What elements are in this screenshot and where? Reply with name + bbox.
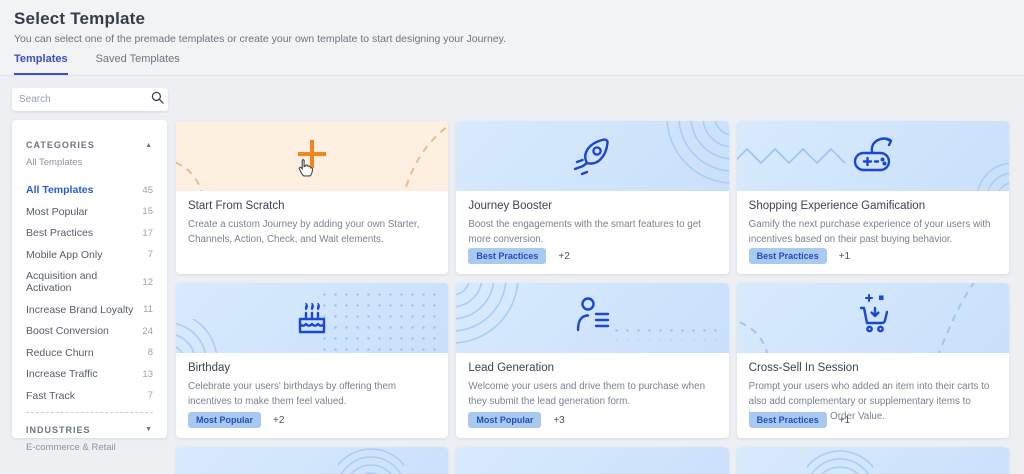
category-item-fast-track[interactable]: Fast Track7 (26, 390, 153, 402)
cake-icon (288, 292, 336, 345)
search-box[interactable] (12, 88, 168, 111)
dashed-arc-decoration (372, 121, 448, 191)
category-item-most-popular[interactable]: Most Popular15 (26, 206, 153, 218)
category-item-all-templates[interactable]: All Templates45 (26, 184, 153, 196)
template-card-partial[interactable] (456, 447, 728, 474)
circles-decoration (651, 121, 729, 191)
lead-person-icon (567, 294, 617, 343)
industries-title: INDUSTRIES (26, 425, 91, 435)
tab-saved-templates[interactable]: Saved Templates (96, 53, 180, 75)
dashed-arc-decoration (923, 283, 983, 353)
dashed-arc-decoration (176, 147, 238, 191)
card-description: Create a custom Journey by adding your o… (188, 217, 436, 247)
category-item-acquisition-and-activation[interactable]: Acquisition and Activation12 (26, 270, 153, 294)
card-title: Birthday (188, 362, 436, 374)
card-description: Boost the engagements with the smart fea… (468, 217, 716, 247)
dashed-arc-decoration (737, 309, 801, 353)
categories-panel: CATEGORIES ▲ All Templates All Templates… (12, 120, 167, 438)
card-header-art (176, 447, 448, 474)
card-header-art (456, 121, 728, 191)
hand-cursor-icon (298, 158, 313, 182)
template-card-birthday[interactable]: Birthday Celebrate your users' birthdays… (176, 283, 448, 438)
card-title: Journey Booster (468, 200, 716, 212)
gamepad-icon (848, 131, 898, 182)
search-icon[interactable] (151, 91, 164, 109)
card-description: Gamify the next purchase experience of y… (749, 217, 997, 247)
rocket-icon (568, 131, 616, 182)
card-title: Lead Generation (468, 362, 716, 374)
badge-extra-count: +2 (273, 415, 284, 426)
category-item-mobile-app-only[interactable]: Mobile App Only7 (26, 249, 153, 261)
card-description: Welcome your users and drive them to pur… (468, 379, 716, 409)
card-header-art (456, 447, 728, 474)
card-header-art (737, 283, 1009, 353)
sidebar-divider (26, 412, 153, 413)
page-subtitle: You can select one of the premade templa… (14, 33, 506, 45)
card-header-art (737, 447, 1009, 474)
template-card-partial[interactable] (176, 447, 448, 474)
industries-header[interactable]: INDUSTRIES ▼ (26, 425, 153, 435)
industry-item-ecommerce-retail[interactable]: E-commerce & Retail (26, 442, 153, 453)
badge-most-popular: Most Popular (188, 412, 261, 428)
card-header-art (737, 121, 1009, 191)
categories-subtitle: All Templates (26, 157, 153, 168)
circles-decoration (941, 159, 1009, 191)
category-item-increase-brand-loyalty[interactable]: Increase Brand Loyalty11 (26, 304, 153, 316)
tab-bar: Templates Saved Templates (14, 53, 180, 75)
expand-icon[interactable]: ▼ (145, 426, 153, 433)
badge-extra-count: +1 (839, 251, 850, 262)
category-item-increase-traffic[interactable]: Increase Traffic13 (26, 368, 153, 380)
card-header-art (176, 283, 448, 353)
dot-grid-decoration (319, 289, 444, 353)
badge-extra-count: +1 (839, 415, 850, 426)
template-card-lead-generation[interactable]: Lead Generation Welcome your users and d… (456, 283, 728, 438)
category-item-best-practices[interactable]: Best Practices17 (26, 227, 153, 239)
card-header-art (456, 283, 728, 353)
categories-title: CATEGORIES (26, 140, 95, 150)
page-title: Select Template (14, 9, 145, 29)
template-card-cross-sell-in-session[interactable]: Cross-Sell In Session Prompt your users … (737, 283, 1009, 438)
card-title: Cross-Sell In Session (749, 362, 997, 374)
category-item-boost-conversion[interactable]: Boost Conversion24 (26, 325, 153, 337)
badge-most-popular: Most Popular (468, 412, 541, 428)
category-item-reduce-churn[interactable]: Reduce Churn8 (26, 347, 153, 359)
badge-best-practices: Best Practices (749, 248, 827, 264)
circles-decoration (338, 447, 404, 474)
circles-decoration (807, 447, 873, 474)
collapse-icon[interactable]: ▲ (145, 142, 153, 149)
template-card-shopping-experience-gamification[interactable]: Shopping Experience Gamification Gamify … (737, 121, 1009, 274)
card-description: Celebrate your users' birthdays by offer… (188, 379, 436, 409)
badge-best-practices: Best Practices (468, 248, 546, 264)
template-card-start-from-scratch[interactable]: Start From Scratch Create a custom Journ… (176, 121, 448, 274)
card-header-art (176, 121, 448, 191)
search-input[interactable] (19, 94, 151, 105)
card-title: Shopping Experience Gamification (749, 200, 997, 212)
circles-decoration (456, 283, 528, 349)
template-card-journey-booster[interactable]: Journey Booster Boost the engagements wi… (456, 121, 728, 274)
dot-grid-decoration (611, 325, 723, 341)
category-list: All Templates45 Most Popular15 Best Prac… (26, 184, 153, 402)
template-grid: Start From Scratch Create a custom Journ… (176, 121, 1009, 474)
badge-best-practices: Best Practices (749, 412, 827, 428)
badge-extra-count: +3 (553, 415, 564, 426)
card-title: Start From Scratch (188, 200, 436, 212)
zigzag-decoration (737, 143, 853, 169)
circles-decoration (176, 319, 234, 353)
page-header: Select Template You can select one of th… (0, 0, 1024, 76)
tab-templates[interactable]: Templates (14, 53, 68, 75)
template-card-partial[interactable] (737, 447, 1009, 474)
categories-header[interactable]: CATEGORIES ▲ (26, 140, 153, 150)
cart-icon (849, 292, 897, 345)
badge-extra-count: +2 (558, 251, 569, 262)
